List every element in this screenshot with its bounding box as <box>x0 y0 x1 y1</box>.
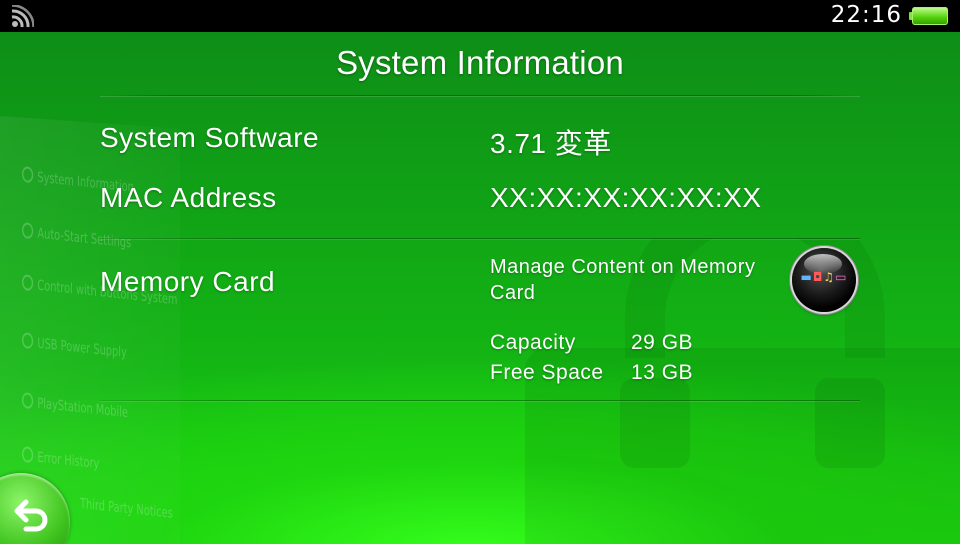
content-manager-icon[interactable]: ▬◘♫▭ <box>792 248 856 312</box>
row-divider <box>100 400 860 401</box>
info-icon <box>22 222 34 240</box>
battery-icon <box>909 7 948 25</box>
memory-card-label: Memory Card <box>100 266 276 297</box>
status-bar: 22:16 <box>0 0 960 32</box>
capacity-value: 29 GB <box>631 331 694 354</box>
info-icon <box>22 332 34 350</box>
system-software-label: System Software <box>100 122 320 153</box>
info-icon <box>22 274 34 292</box>
capacity-label: Capacity <box>490 331 576 354</box>
row-divider <box>100 238 860 239</box>
info-icon <box>22 392 34 410</box>
page-title: System Information <box>336 44 624 81</box>
info-icon <box>22 166 34 184</box>
info-icon <box>22 446 34 464</box>
system-information-screen: System Information Auto-Start Settings C… <box>0 32 960 544</box>
clock: 22:16 <box>830 2 902 28</box>
free-space-value: 13 GB <box>631 361 694 384</box>
free-space-label: Free Space <box>490 361 604 384</box>
title-divider <box>100 95 860 96</box>
system-software-value: 3.71 変革 <box>490 128 612 159</box>
wifi-icon <box>11 5 34 28</box>
manage-content-link[interactable]: Manage Content on Memory Card <box>490 254 790 306</box>
mac-address-label: MAC Address <box>100 182 277 213</box>
content-manager-glyphs: ▬◘♫▭ <box>800 270 848 284</box>
mac-address-value: XX:XX:XX:XX:XX:XX <box>490 182 762 213</box>
back-arrow-icon <box>14 499 48 532</box>
